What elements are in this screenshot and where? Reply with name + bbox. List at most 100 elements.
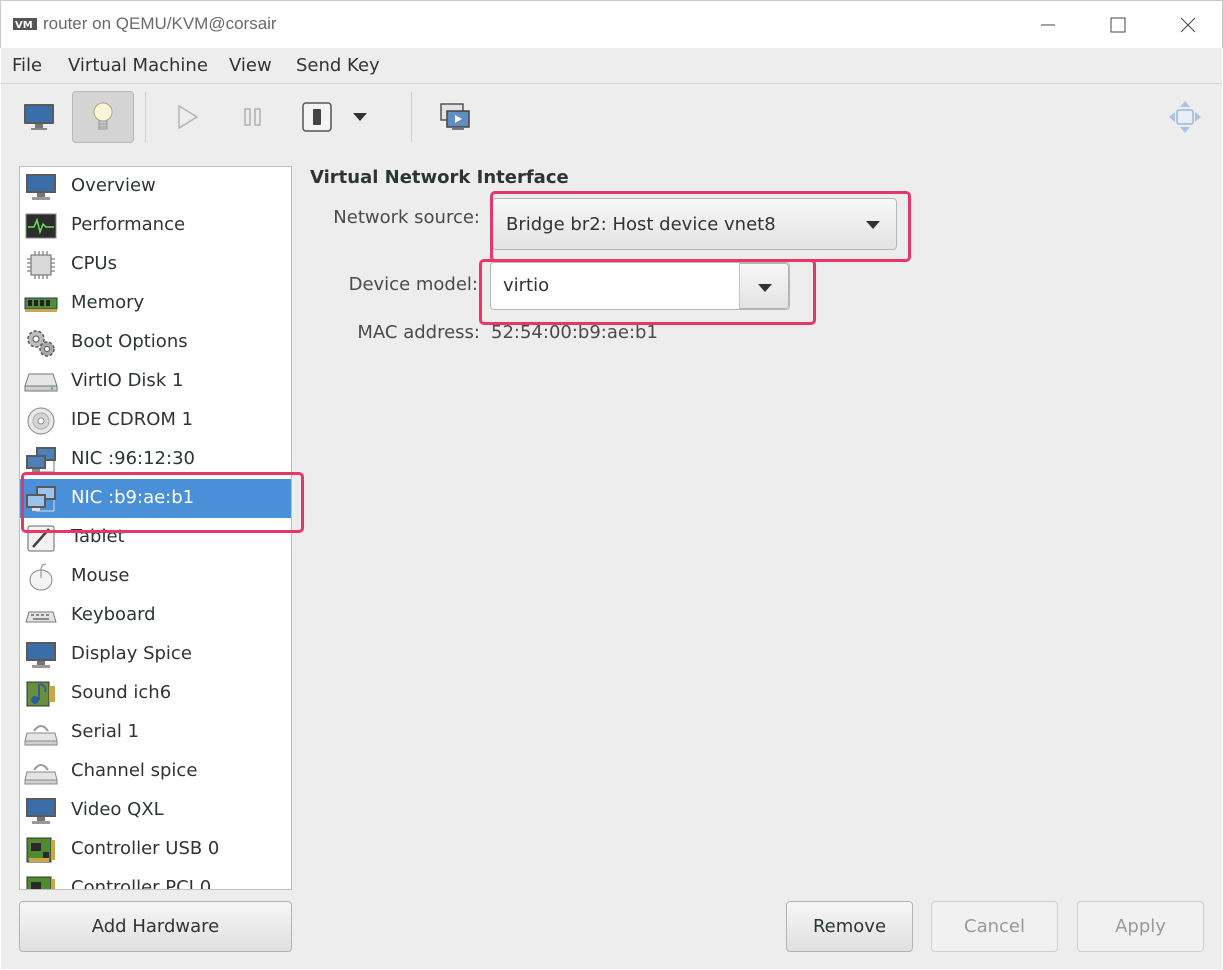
video-icon — [24, 795, 58, 826]
snapshots-button[interactable] — [424, 91, 486, 143]
shutdown-button[interactable] — [286, 91, 348, 143]
shutdown-menu-button[interactable] — [344, 91, 376, 143]
remove-button[interactable]: Remove — [786, 901, 913, 952]
controller-icon — [24, 834, 58, 865]
sidebar-item-video-qxl[interactable]: Video QXL — [20, 791, 291, 830]
cpu-icon — [24, 249, 58, 280]
sidebar-item-sound-ich6[interactable]: Sound ich6 — [20, 674, 291, 713]
sidebar-item-controller-usb-0[interactable]: Controller USB 0 — [20, 830, 291, 869]
pause-icon — [244, 108, 261, 126]
virt-manager-icon: VM — [13, 18, 37, 31]
sidebar-item-virtio-disk-1[interactable]: VirtIO Disk 1 — [20, 362, 291, 401]
run-button[interactable] — [156, 91, 218, 143]
play-icon — [178, 104, 199, 130]
device-model-value[interactable]: virtio — [503, 275, 549, 296]
maximize-icon — [1110, 17, 1126, 33]
window-title: router on QEMU/KVM@corsair — [43, 14, 277, 33]
sidebar-item-channel-spice[interactable]: Channel spice — [20, 752, 291, 791]
device-model-label: Device model: — [348, 274, 478, 295]
serial-icon — [24, 717, 58, 748]
sidebar-item-label: Boot Options — [71, 331, 188, 352]
snapshots-icon — [440, 103, 470, 130]
sound-icon — [24, 678, 58, 709]
sidebar-item-tablet[interactable]: Tablet — [20, 518, 291, 557]
monitor-icon — [24, 171, 58, 202]
menu-send-key[interactable]: Send Key — [296, 55, 380, 76]
sidebar-item-label: Mouse — [71, 565, 130, 586]
cancel-button[interactable]: Cancel — [931, 901, 1058, 952]
power-switch-icon — [302, 102, 332, 132]
sidebar-item-label: Overview — [71, 175, 156, 196]
sidebar-item-mouse[interactable]: Mouse — [20, 557, 291, 596]
memory-icon — [24, 288, 58, 319]
channel-icon — [24, 756, 58, 787]
menu-virtual-machine[interactable]: Virtual Machine — [68, 55, 208, 76]
sidebar-item-label: Keyboard — [71, 604, 156, 625]
tablet-icon — [24, 522, 58, 553]
sidebar-item-overview[interactable]: Overview — [20, 167, 291, 206]
menu-bar: File Virtual Machine View Send Key — [1, 48, 1222, 84]
add-hardware-button[interactable]: Add Hardware — [19, 901, 292, 952]
fullscreen-button[interactable] — [1154, 91, 1216, 143]
sidebar-item-cpus[interactable]: CPUs — [20, 245, 291, 284]
network-icon — [24, 444, 58, 475]
chevron-down-icon — [758, 284, 772, 292]
sidebar-item-label: Serial 1 — [71, 721, 140, 742]
move-arrows-icon — [1169, 101, 1201, 133]
sidebar-item-keyboard[interactable]: Keyboard — [20, 596, 291, 635]
device-model-combo[interactable]: virtio — [490, 262, 790, 310]
network-source-value: Bridge br2: Host device vnet8 — [506, 214, 776, 235]
sidebar-item-memory[interactable]: Memory — [20, 284, 291, 323]
sidebar-item-boot-options[interactable]: Boot Options — [20, 323, 291, 362]
sidebar-item-controller-pci-0[interactable]: Controller PCI 0 — [20, 869, 291, 890]
svg-text:VM: VM — [15, 20, 33, 31]
mouse-icon — [24, 561, 58, 592]
network-source-label: Network source: — [333, 207, 480, 228]
section-title: Virtual Network Interface — [310, 167, 569, 188]
details-button[interactable] — [72, 91, 134, 143]
sidebar-item-label: NIC :96:12:30 — [71, 448, 195, 469]
maximize-button[interactable] — [1083, 1, 1153, 49]
toolbar — [1, 84, 1222, 150]
sidebar-item-serial-1[interactable]: Serial 1 — [20, 713, 291, 752]
controller-icon — [24, 873, 58, 889]
sidebar-item-label: Performance — [71, 214, 186, 235]
close-button[interactable] — [1153, 1, 1223, 49]
sidebar-item-nic-96-12-30[interactable]: NIC :96:12:30 — [20, 440, 291, 479]
mac-address-value: 52:54:00:b9:ae:b1 — [491, 322, 658, 343]
sidebar-item-label: CPUs — [71, 253, 117, 274]
sidebar-item-label: Sound ich6 — [71, 682, 172, 703]
chevron-down-icon — [353, 113, 367, 121]
hardware-list[interactable]: Overview Performance CPUs Memory Boot Op… — [19, 166, 292, 890]
close-icon — [1180, 17, 1196, 33]
minimize-icon — [1041, 24, 1055, 26]
sidebar-item-ide-cdrom-1[interactable]: IDE CDROM 1 — [20, 401, 291, 440]
sidebar-item-display-spice[interactable]: Display Spice — [20, 635, 291, 674]
network-source-select[interactable]: Bridge br2: Host device vnet8 — [492, 198, 897, 250]
sidebar-item-label: Channel spice — [71, 760, 198, 781]
device-model-dropdown-button[interactable] — [739, 263, 789, 309]
disk-icon — [24, 366, 58, 397]
sidebar-item-nic-b9-ae-b1[interactable]: NIC :b9:ae:b1 — [20, 479, 291, 518]
sidebar-item-label: Controller PCI 0 — [71, 877, 212, 890]
network-icon — [24, 483, 58, 514]
gears-icon — [24, 327, 58, 358]
monitor-icon — [24, 104, 54, 130]
menu-view[interactable]: View — [229, 55, 272, 76]
mac-address-label: MAC address: — [357, 322, 480, 343]
chevron-down-icon — [866, 221, 880, 229]
menu-file[interactable]: File — [12, 55, 42, 76]
sidebar-item-label: Video QXL — [71, 799, 164, 820]
sidebar-item-performance[interactable]: Performance — [20, 206, 291, 245]
minimize-button[interactable] — [1013, 1, 1083, 49]
cdrom-icon — [24, 405, 58, 436]
sidebar-item-label: Controller USB 0 — [71, 838, 220, 859]
sidebar-item-label: VirtIO Disk 1 — [71, 370, 184, 391]
console-button[interactable] — [8, 91, 70, 143]
sidebar-item-label: Memory — [71, 292, 145, 313]
pause-button[interactable] — [222, 91, 284, 143]
lightbulb-icon — [93, 102, 113, 130]
performance-icon — [24, 210, 58, 241]
apply-button[interactable]: Apply — [1077, 901, 1204, 952]
sidebar-item-label: Tablet — [71, 526, 125, 547]
